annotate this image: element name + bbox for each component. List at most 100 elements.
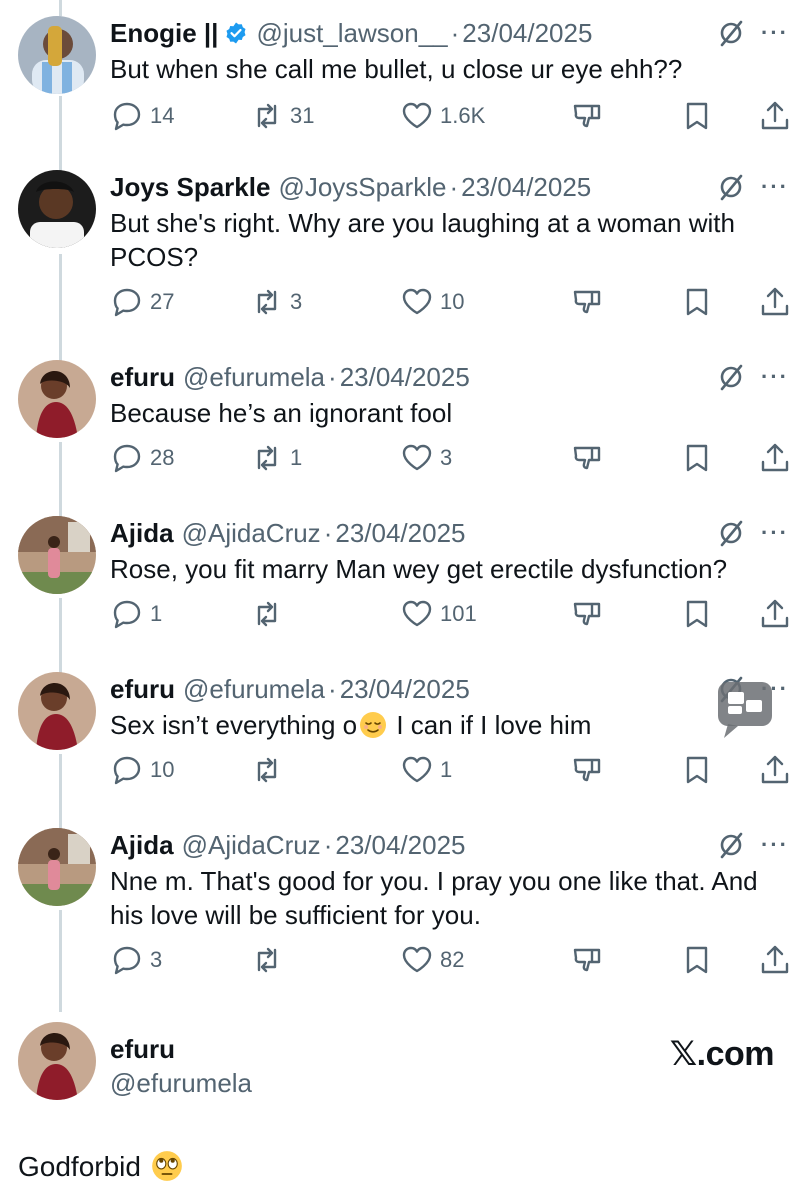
more-icon[interactable]: ··· [760, 366, 790, 388]
dislike-button[interactable] [570, 750, 604, 790]
tweet-text-part: Sex isn’t everything o [110, 710, 358, 740]
more-icon[interactable]: ··· [760, 834, 790, 856]
chat-bubble-icon[interactable] [716, 676, 774, 742]
display-name[interactable]: Enogie || [110, 18, 218, 49]
bookmark-button[interactable] [680, 96, 714, 136]
reply-button[interactable]: 3 [110, 940, 162, 980]
dislike-button[interactable] [570, 594, 604, 634]
reply-button[interactable]: 10 [110, 750, 174, 790]
tweet-text: Nne m. That's good for you. I pray you o… [110, 866, 758, 930]
grok-icon[interactable] [716, 18, 746, 48]
tweet-date[interactable]: 23/04/2025 [461, 172, 591, 203]
grok-icon[interactable] [716, 172, 746, 202]
reply-button[interactable]: 14 [110, 96, 174, 136]
share-button[interactable] [758, 940, 792, 980]
avatar[interactable] [18, 360, 96, 438]
repost-icon [257, 289, 277, 315]
share-icon [761, 101, 789, 130]
dislike-icon [573, 290, 601, 314]
display-name[interactable]: efuru [110, 674, 175, 705]
tweet-date[interactable]: 23/04/2025 [335, 518, 465, 549]
like-button[interactable]: 10 [400, 282, 464, 322]
like-button[interactable]: 82 [400, 940, 464, 980]
share-button[interactable] [758, 750, 792, 790]
bookmark-button[interactable] [680, 940, 714, 980]
tweet-date[interactable]: 23/04/2025 [462, 18, 592, 49]
share-button[interactable] [758, 438, 792, 478]
handle[interactable]: @efurumela [183, 674, 325, 705]
dislike-button[interactable] [570, 940, 604, 980]
handle[interactable]: @AjidaCruz [182, 518, 321, 549]
separator-dot: · [449, 171, 459, 202]
handle[interactable]: @efurumela [183, 362, 325, 393]
relieved-face-emoji-icon [360, 712, 387, 738]
share-button[interactable] [758, 96, 792, 136]
like-button[interactable]: 1.6K [400, 96, 485, 136]
dislike-button[interactable] [570, 282, 604, 322]
display-name[interactable]: Ajida [110, 830, 174, 861]
reply-count: 3 [150, 947, 163, 972]
like-button[interactable]: 101 [400, 594, 477, 634]
dislike-button[interactable] [570, 96, 604, 136]
tweet-header: efuru @efurumela · 23/04/2025 ··· [110, 360, 790, 394]
like-button[interactable]: 3 [400, 438, 452, 478]
dislike-button[interactable] [570, 438, 604, 478]
avatar[interactable] [18, 16, 96, 94]
like-count: 82 [440, 947, 465, 972]
reply-button[interactable]: 28 [110, 438, 174, 478]
bookmark-button[interactable] [680, 282, 714, 322]
repost-icon [257, 601, 277, 627]
grok-icon[interactable] [716, 362, 746, 392]
repost-icon [257, 757, 277, 783]
rolling-eyes-emoji-icon [151, 1151, 182, 1181]
tweet-date[interactable]: 23/04/2025 [340, 674, 470, 705]
heart-icon [402, 756, 432, 783]
action-bar: 28 1 3 [110, 438, 790, 478]
repost-button[interactable] [250, 594, 284, 634]
share-icon [761, 599, 789, 628]
like-button[interactable]: 1 [400, 750, 452, 790]
tweet-text: But she's right. Why are you laughing at… [110, 208, 735, 272]
handle[interactable]: @efurumela [110, 1068, 252, 1099]
reply-button[interactable]: 1 [110, 594, 162, 634]
display-name[interactable]: efuru [110, 1034, 175, 1065]
tweet-date[interactable]: 23/04/2025 [340, 362, 470, 393]
more-icon[interactable]: ··· [760, 22, 790, 44]
bookmark-button[interactable] [680, 750, 714, 790]
display-name[interactable]: efuru [110, 362, 175, 393]
avatar[interactable] [18, 1022, 96, 1100]
tweet-date[interactable]: 23/04/2025 [335, 830, 465, 861]
reply-button[interactable]: 27 [110, 282, 174, 322]
more-icon[interactable]: ··· [760, 176, 790, 198]
avatar[interactable] [18, 672, 96, 750]
avatar[interactable] [18, 516, 96, 594]
repost-count: 1 [290, 445, 303, 470]
more-icon[interactable]: ··· [760, 522, 790, 544]
repost-button[interactable] [250, 940, 284, 980]
thread-line [59, 598, 62, 676]
tweet-header: Enogie || @just_lawson__ · 23/04/2025 ··… [110, 16, 790, 50]
share-icon [761, 945, 789, 974]
handle[interactable]: @just_lawson__ [256, 18, 447, 49]
tweet-text: But when she call me bullet, u close ur … [110, 54, 683, 84]
separator-dot: · [323, 517, 333, 548]
avatar[interactable] [18, 170, 96, 248]
display-name[interactable]: Ajida [110, 518, 174, 549]
like-count: 10 [440, 289, 465, 314]
bookmark-button[interactable] [680, 594, 714, 634]
action-bar: 27 3 10 [110, 282, 790, 322]
repost-button[interactable] [250, 750, 284, 790]
grok-icon[interactable] [716, 830, 746, 860]
repost-button[interactable]: 31 [250, 96, 314, 136]
grok-icon[interactable] [716, 518, 746, 548]
handle[interactable]: @AjidaCruz [182, 830, 321, 861]
share-button[interactable] [758, 282, 792, 322]
avatar[interactable] [18, 828, 96, 906]
share-button[interactable] [758, 594, 792, 634]
display-name[interactable]: Joys Sparkle [110, 172, 270, 203]
reply-icon [113, 102, 141, 131]
repost-button[interactable]: 1 [250, 438, 302, 478]
handle[interactable]: @JoysSparkle [278, 172, 446, 203]
repost-button[interactable]: 3 [250, 282, 302, 322]
bookmark-button[interactable] [680, 438, 714, 478]
